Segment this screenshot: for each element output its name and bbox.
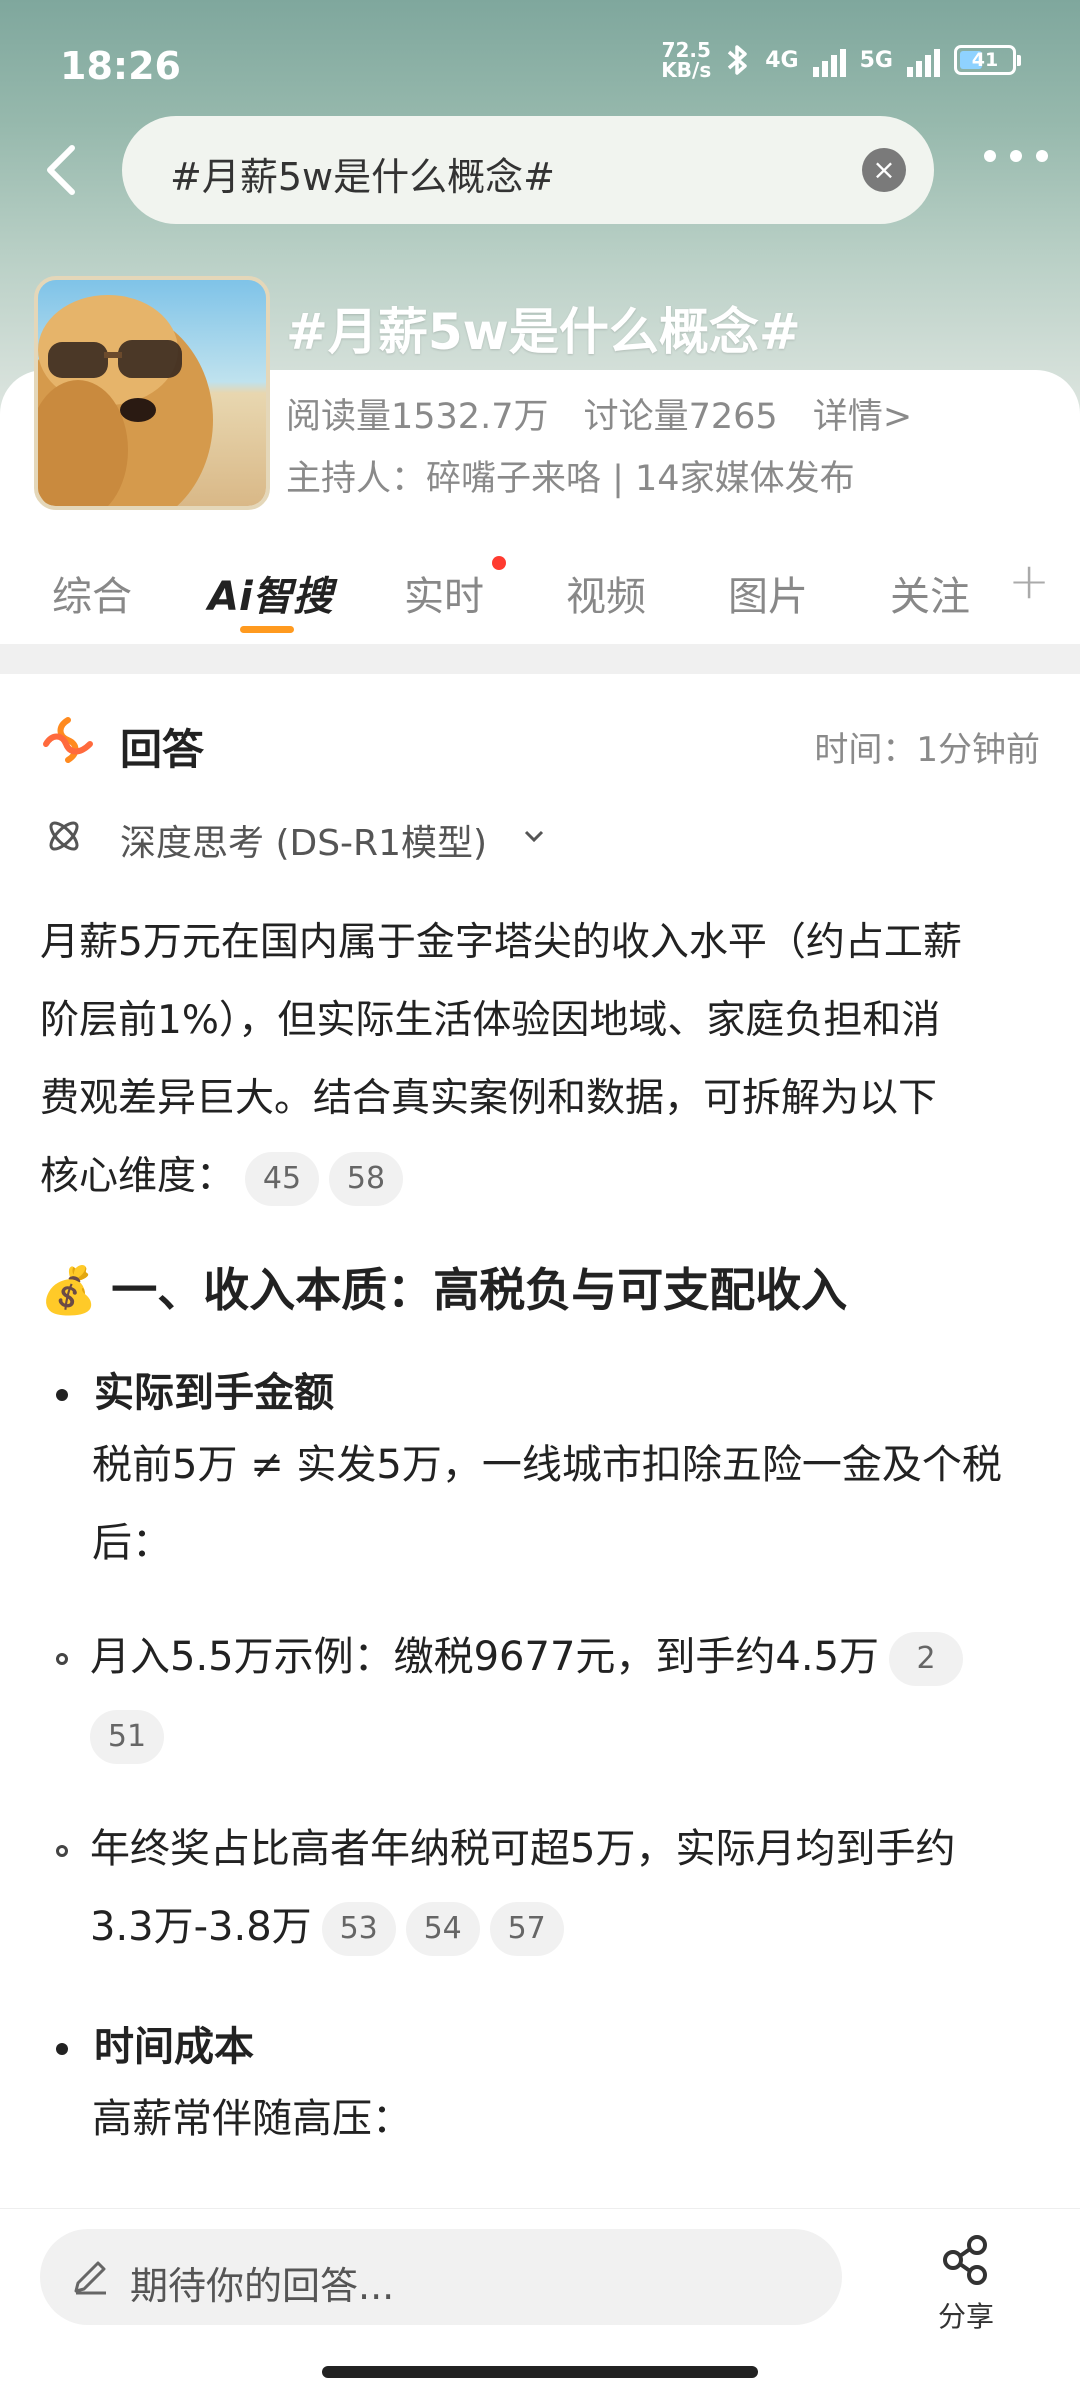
- intro-line: 月薪5万元在国内属于金字塔尖的收入水平（约占工薪: [40, 920, 962, 965]
- reference-badge[interactable]: 45: [245, 1151, 320, 1206]
- tab-comprehensive[interactable]: 综合: [52, 564, 132, 622]
- tab-realtime[interactable]: 实时: [404, 564, 484, 622]
- section-divider: [0, 644, 1080, 674]
- signal-label-5g: 5G: [859, 47, 893, 73]
- intro-line: 核心维度： 45 58: [40, 1138, 1050, 1216]
- battery-level: 41: [971, 49, 999, 71]
- search-bar[interactable]: #月薪5w是什么概念# ×: [122, 116, 934, 224]
- bullet-text: 税前5万 ≠ 实发5万，一线城市扣除五险一金及个税 后：: [92, 1442, 1002, 1566]
- network-speed-value: 72.5: [661, 38, 711, 62]
- intro-line: 阶层前1%），但实际生活体验因地域、家庭负担和消: [40, 998, 941, 1043]
- bullet-heading: 实际到手金额: [56, 1360, 334, 1418]
- reply-input[interactable]: 期待你的回答...: [40, 2229, 842, 2325]
- atom-icon: [49, 821, 79, 851]
- signal-bars-icon: [907, 43, 940, 77]
- reference-badge[interactable]: 2: [889, 1632, 964, 1686]
- status-icons: 72.5 KB/s 4G 5G 41: [661, 40, 1021, 80]
- reference-badge[interactable]: 58: [329, 1151, 404, 1206]
- topic-host: 主持人：碎嘴子来咯 | 14家媒体发布: [286, 459, 855, 499]
- add-tab-icon[interactable]: +: [1008, 552, 1050, 610]
- pencil-icon: [74, 2261, 106, 2295]
- clear-icon[interactable]: ×: [862, 148, 906, 192]
- share-label: 分享: [937, 2300, 994, 2333]
- reference-badge[interactable]: 53: [321, 1902, 396, 1956]
- topic-title: #月薪5w是什么概念#: [286, 303, 801, 361]
- active-tab-indicator: [240, 626, 294, 633]
- deep-thinking-label: 深度思考 (DS-R1模型): [120, 823, 488, 864]
- answer-header: 回答 时间：1分钟前: [40, 710, 1040, 780]
- tab-images[interactable]: 图片: [728, 564, 808, 622]
- topic-stats: 阅读量1532.7万 讨论量7265 详情>: [286, 388, 936, 439]
- topic-avatar: [34, 276, 270, 510]
- search-input[interactable]: #月薪5w是什么概念#: [170, 146, 555, 201]
- discussion-count: 讨论量7265: [583, 397, 778, 437]
- intro-line: 费观差异巨大。结合真实案例和数据，可拆解为以下: [40, 1076, 938, 1121]
- answer-time: 时间：1分钟前: [814, 730, 1040, 770]
- network-speed: 72.5 KB/s: [661, 40, 711, 80]
- status-time: 18:26: [60, 44, 181, 88]
- answer-intro: 月薪5万元在国内属于金字塔尖的收入水平（约占工薪 阶层前1%），但实际生活体验因…: [40, 904, 1050, 1216]
- status-bar: 18:26 72.5 KB/s 4G 5G 41: [0, 0, 1080, 120]
- sub-bullet: 年终奖占比高者年纳税可超5万，实际月均到手约 3.3万-3.8万 53 54 57: [56, 1810, 955, 1966]
- signal-bars-icon: [812, 43, 846, 77]
- read-count: 阅读量1532.7万: [286, 397, 549, 437]
- tab-video[interactable]: 视频: [566, 564, 646, 622]
- tab-bar: 综合 Ai智搜 实时 视频 图片 关注 +: [0, 548, 1080, 648]
- reference-badge[interactable]: 51: [90, 1710, 164, 1764]
- back-arrow-icon[interactable]: [40, 142, 88, 198]
- sub-bullet: 月入5.5万示例：缴税9677元，到手约4.5万 2 51: [56, 1618, 964, 1774]
- reference-badge[interactable]: 54: [405, 1902, 480, 1956]
- tab-following[interactable]: 关注: [890, 564, 970, 622]
- chevron-down-icon: [524, 830, 544, 843]
- bluetooth-icon: [728, 45, 747, 75]
- reply-placeholder: 期待你的回答...: [130, 2264, 395, 2308]
- answer-title: 回答: [120, 725, 205, 774]
- bullet-text: 高薪常伴随高压：: [92, 2096, 412, 2142]
- bullet-heading: 时间成本: [56, 2014, 254, 2072]
- details-link[interactable]: 详情>: [813, 397, 912, 437]
- share-icon: [943, 2235, 987, 2285]
- new-content-dot: [492, 556, 506, 570]
- battery-icon: 41: [954, 45, 1021, 75]
- money-bag-icon: 💰: [40, 1263, 98, 1317]
- share-button[interactable]: 分享: [916, 2233, 1016, 2335]
- ai-answer-icon: [43, 717, 93, 763]
- home-indicator[interactable]: [322, 2366, 758, 2378]
- tab-ai-search[interactable]: Ai智搜: [208, 564, 333, 622]
- more-options-icon[interactable]: [984, 150, 1048, 162]
- reference-badge[interactable]: 57: [489, 1902, 564, 1956]
- signal-label-4g: 4G: [765, 47, 799, 73]
- network-speed-unit: KB/s: [661, 58, 712, 82]
- section-heading: 💰 一、收入本质：高税负与可支配收入: [40, 1263, 848, 1317]
